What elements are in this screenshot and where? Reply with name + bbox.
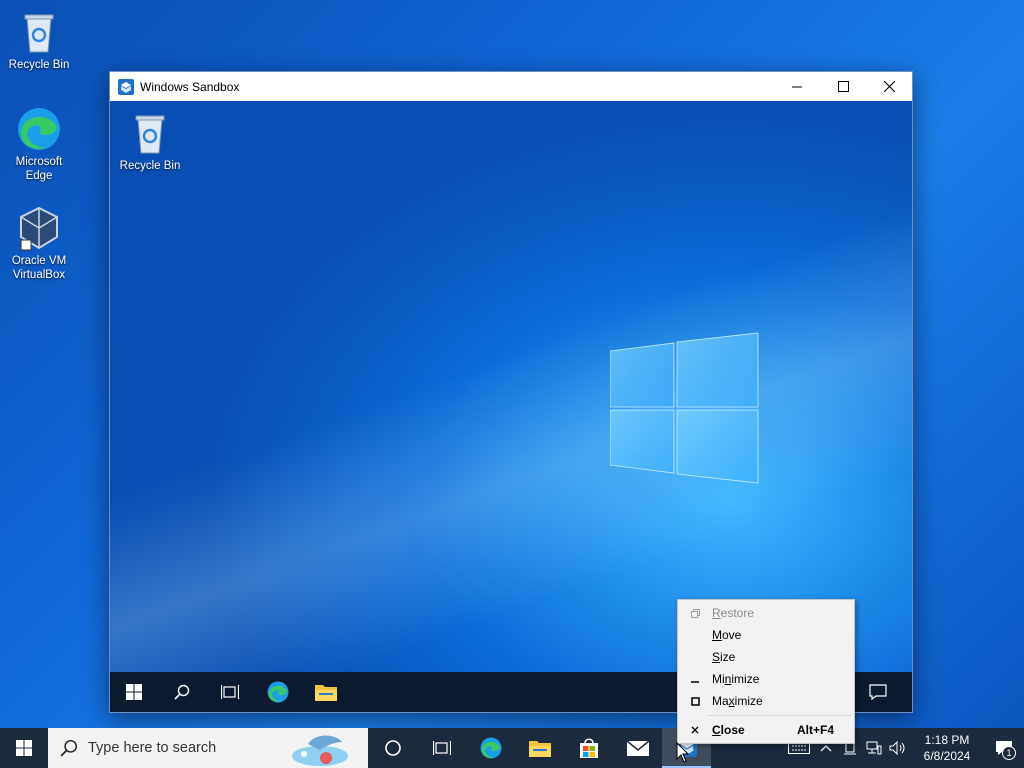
- menu-separator: [708, 715, 852, 716]
- clock-time: 1:18 PM: [924, 733, 970, 747]
- microsoft-store-icon: [579, 738, 598, 758]
- search-icon: [60, 739, 78, 757]
- search-icon: [174, 684, 190, 700]
- windows-start-icon: [16, 740, 32, 756]
- sandbox-titlebar[interactable]: Windows Sandbox: [110, 72, 912, 101]
- task-view-button[interactable]: [417, 728, 466, 768]
- close-icon: [678, 726, 712, 734]
- desktop-icon-label: Recycle Bin: [8, 59, 70, 71]
- volume-icon: [889, 741, 905, 755]
- menu-item-minimize[interactable]: Minimize: [678, 668, 854, 690]
- virtualbox-icon: [20, 206, 58, 251]
- search-box[interactable]: Type here to search: [48, 728, 368, 768]
- chevron-up-icon: [820, 745, 832, 752]
- microsoft-edge-icon: [18, 108, 60, 150]
- task-view-icon: [432, 741, 451, 755]
- search-highlight-illustration: [292, 735, 348, 766]
- task-view-icon: [221, 685, 239, 699]
- start-button[interactable]: [0, 728, 48, 768]
- desktop-icon-label: Oracle VM VirtualBox: [11, 255, 67, 281]
- cortana-button[interactable]: [368, 728, 417, 768]
- menu-item-maximize[interactable]: Maximize: [678, 690, 854, 712]
- sandbox-file-explorer-button[interactable]: [302, 672, 350, 712]
- minimize-icon: [792, 86, 802, 87]
- tray-network-button[interactable]: [862, 728, 886, 768]
- window-context-menu: Restore Move Size Minimize Maximize Clos…: [677, 599, 855, 744]
- search-placeholder: Type here to search: [88, 740, 217, 756]
- microsoft-edge-icon: [267, 681, 289, 703]
- mouse-cursor: [676, 742, 690, 763]
- mail-icon: [626, 740, 649, 756]
- network-icon: [866, 741, 882, 755]
- close-icon: [883, 81, 895, 92]
- desktop-icon-label: Microsoft Edge: [15, 156, 63, 182]
- sandbox-search-button[interactable]: [158, 672, 206, 712]
- windows-logo-wallpaper: [610, 332, 759, 484]
- taskbar-file-explorer-button[interactable]: [515, 728, 564, 768]
- file-explorer-icon: [315, 685, 337, 701]
- menu-item-size[interactable]: Size: [678, 646, 854, 668]
- taskbar: Type here to search 1:18 PM 6/8/2024 1: [0, 728, 1024, 768]
- menu-item-label: Maximize: [712, 694, 763, 708]
- menu-item-shortcut: Alt+F4: [796, 723, 834, 737]
- sandbox-start-button[interactable]: [110, 672, 158, 712]
- taskbar-mail-button[interactable]: [613, 728, 662, 768]
- microsoft-edge-icon: [480, 737, 501, 759]
- clock[interactable]: 1:18 PM 6/8/2024: [910, 732, 984, 764]
- menu-item-label: Minimize: [712, 672, 760, 686]
- menu-item-label: Move: [712, 628, 742, 642]
- desktop-icon-virtualbox[interactable]: Oracle VM VirtualBox: [4, 204, 74, 282]
- taskbar-edge-button[interactable]: [466, 728, 515, 768]
- menu-item-label: Restore: [712, 606, 755, 620]
- cortana-icon: [384, 740, 401, 756]
- notification-count-badge: 1: [1002, 746, 1016, 760]
- menu-item-close[interactable]: Close Alt+F4: [678, 719, 854, 741]
- sandbox-task-view-button[interactable]: [206, 672, 254, 712]
- close-button[interactable]: [866, 72, 912, 101]
- taskbar-store-button[interactable]: [564, 728, 613, 768]
- menu-item-label: Close: [712, 723, 745, 737]
- maximize-button[interactable]: [820, 72, 866, 101]
- sandbox-desktop[interactable]: Recycle Bin: [110, 101, 912, 673]
- menu-item-restore[interactable]: Restore: [678, 602, 854, 624]
- maximize-icon: [678, 696, 712, 706]
- minimize-button[interactable]: [774, 72, 820, 101]
- menu-item-move[interactable]: Move: [678, 624, 854, 646]
- recycle-bin-icon: [135, 115, 165, 154]
- sandbox-action-center-button[interactable]: [854, 672, 902, 712]
- minimize-icon: [678, 675, 712, 684]
- menu-item-label: Size: [712, 650, 736, 664]
- clock-date: 6/8/2024: [923, 749, 971, 763]
- tray-volume-button[interactable]: [886, 728, 910, 768]
- maximize-icon: [837, 81, 849, 92]
- windows-start-icon: [126, 684, 142, 700]
- desktop-icon-recycle-bin[interactable]: Recycle Bin: [4, 8, 74, 72]
- restore-icon: [678, 608, 712, 618]
- recycle-bin-icon: [24, 14, 54, 53]
- sandbox-recycle-bin[interactable]: Recycle Bin: [115, 109, 185, 173]
- action-center-button[interactable]: 1: [984, 728, 1024, 768]
- desktop-icon-label: Recycle Bin: [119, 160, 181, 172]
- window-title: Windows Sandbox: [140, 79, 240, 94]
- notification-icon: [869, 684, 887, 700]
- desktop-icon-microsoft-edge[interactable]: Microsoft Edge: [4, 105, 74, 183]
- file-explorer-icon: [528, 741, 551, 757]
- sandbox-app-icon: [118, 78, 134, 95]
- sandbox-edge-button[interactable]: [254, 672, 302, 712]
